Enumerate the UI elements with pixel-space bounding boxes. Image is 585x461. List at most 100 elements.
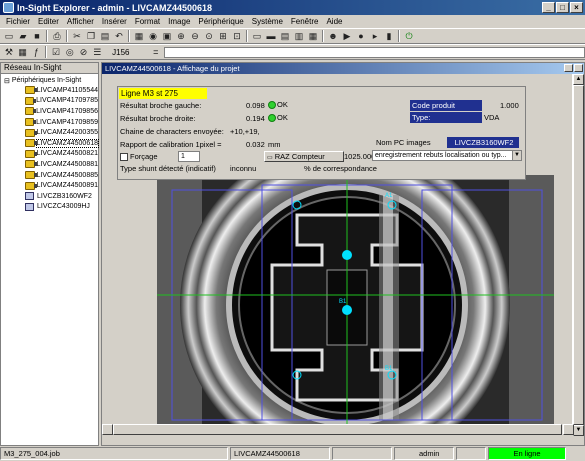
list-icon[interactable]: ☰: [91, 46, 103, 58]
camera-icon[interactable]: ◉: [147, 30, 159, 42]
child-close-button[interactable]: [574, 64, 583, 72]
child-restore-button[interactable]: [564, 64, 573, 72]
layout-2-icon[interactable]: ▬: [265, 30, 277, 42]
layout-3-icon[interactable]: ▤: [279, 30, 291, 42]
vertical-scroll-thumb[interactable]: [573, 85, 584, 425]
shunt-value: inconnu: [230, 164, 257, 173]
enregistrement-dropdown[interactable]: enregistrement rebuts localisation ou ty…: [372, 150, 522, 161]
vertical-scrollbar[interactable]: ▲ ▼: [572, 74, 584, 436]
menu-peripherique[interactable]: Périphérique: [194, 17, 247, 26]
minimize-button[interactable]: _: [542, 2, 555, 13]
scroll-right-icon[interactable]: [563, 424, 574, 435]
horizontal-scroll-thumb[interactable]: [113, 424, 562, 435]
copy-icon[interactable]: ❐: [85, 30, 97, 42]
collapse-icon[interactable]: ⊟: [4, 77, 10, 85]
device-label: LIVCZB3160WF2: [37, 192, 92, 200]
zoom-out-icon[interactable]: ⊖: [189, 30, 201, 42]
formula-input[interactable]: [164, 46, 585, 58]
print-icon[interactable]: ⎙: [51, 30, 63, 42]
calib-label: Rapport de calibration 1pixel =: [120, 140, 222, 149]
spreadsheet-canvas[interactable]: A1 B1 B1 Ligne M3 st 275 Résultat broche…: [102, 74, 574, 435]
open-icon[interactable]: ▰: [17, 30, 29, 42]
function-icon[interactable]: ƒ: [30, 46, 42, 58]
device-item[interactable]: LIVCAMP41709856: [1, 106, 98, 117]
save-icon[interactable]: ■: [31, 30, 43, 42]
checkbox-icon[interactable]: [120, 153, 128, 162]
cut-icon[interactable]: ✂: [71, 30, 83, 42]
menu-editer[interactable]: Editer: [34, 17, 63, 26]
menu-afficher[interactable]: Afficher: [63, 17, 98, 26]
paste-icon[interactable]: ▤: [99, 30, 111, 42]
device-item[interactable]: LIVCAMP41709859: [1, 117, 98, 128]
menu-aide[interactable]: Aide: [322, 17, 346, 26]
live-icon[interactable]: ▣: [161, 30, 173, 42]
chevron-down-icon[interactable]: ▼: [512, 151, 521, 160]
table-icon[interactable]: ▦: [17, 46, 29, 58]
menu-format[interactable]: Format: [131, 17, 164, 26]
toolbar-separator: [46, 30, 48, 42]
forcage-checkbox[interactable]: Forçage: [120, 152, 158, 162]
device-item[interactable]: LIVCAMZ44500618: [1, 138, 100, 149]
status-job: M3_275_004.job: [0, 447, 228, 460]
counter-icon: ▭: [267, 155, 273, 161]
camera-image[interactable]: A1 B1 B1: [157, 175, 554, 435]
equals-sign: =: [153, 47, 159, 57]
project-view-title: LIVCAMZ44500618 - Affichage du projet: [105, 64, 240, 73]
record-icon[interactable]: ●: [355, 30, 367, 42]
calib-unit: mm: [268, 140, 281, 149]
menu-fichier[interactable]: Fichier: [2, 17, 34, 26]
user-icon[interactable]: ☻: [327, 30, 339, 42]
scroll-left-icon[interactable]: [102, 424, 113, 435]
horizontal-scrollbar[interactable]: [102, 424, 574, 435]
no-entry-icon[interactable]: ⊘: [78, 46, 90, 58]
device-item[interactable]: LIVCAMP41105544: [1, 85, 98, 96]
status-spacer: [456, 447, 486, 460]
toolbar-separator: [398, 30, 400, 42]
code-produit-label: Code produit automate: [410, 100, 482, 121]
fit-window-icon[interactable]: ⊡: [231, 30, 243, 42]
res-gauche-label: Résultat broche gauche:: [120, 101, 202, 110]
layout-4-icon[interactable]: ▥: [293, 30, 305, 42]
export-icon[interactable]: ▮: [383, 30, 395, 42]
camera-icon: [25, 181, 36, 190]
chaine-label: Chaine de characters envoyée:: [120, 127, 224, 136]
scroll-up-icon[interactable]: ▲: [573, 74, 584, 85]
undo-icon[interactable]: ↶: [113, 30, 125, 42]
trigger-icon[interactable]: ▶: [341, 30, 353, 42]
filmstrip-icon[interactable]: ▦: [307, 30, 319, 42]
chaine-value: +10,+19,: [230, 127, 260, 136]
close-button[interactable]: ×: [570, 2, 583, 13]
checkbox-icon[interactable]: ☑: [50, 46, 62, 58]
online-toggle-icon[interactable]: ⏻: [403, 30, 415, 42]
device-item[interactable]: LIVCAMZ44200355: [1, 127, 98, 138]
menu-inserer[interactable]: Insérer: [98, 17, 131, 26]
layout-1-icon[interactable]: ▭: [251, 30, 263, 42]
target-icon[interactable]: ◎: [64, 46, 76, 58]
menu-fenetre[interactable]: Fenêtre: [287, 17, 323, 26]
forcage-input[interactable]: 1: [178, 151, 200, 162]
device-item[interactable]: LIVCZC43009HJ: [1, 202, 98, 213]
scroll-down-icon[interactable]: ▼: [573, 425, 584, 436]
tools-icon[interactable]: ⚒: [3, 46, 15, 58]
zoom-in-icon[interactable]: ⊕: [175, 30, 187, 42]
device-item[interactable]: LIVCAMZ44500881: [1, 159, 98, 170]
device-item[interactable]: LIVCAMZ44500891: [1, 180, 98, 191]
new-icon[interactable]: ▭: [3, 30, 15, 42]
device-item[interactable]: LIVCZB3160WF2: [1, 191, 98, 202]
zoom-full-icon[interactable]: ⊞: [217, 30, 229, 42]
tree-root[interactable]: ⊟ Périphériques In-Sight: [1, 74, 98, 85]
menu-image[interactable]: Image: [164, 17, 194, 26]
zoom-fit-icon[interactable]: ⊙: [203, 30, 215, 42]
main-toolbar: ▭ ▰ ■ ⎙ ✂ ❐ ▤ ↶ ▦ ◉ ▣ ⊕ ⊖ ⊙ ⊞ ⊡ ▭ ▬ ▤ ▥ …: [0, 28, 585, 44]
menu-systeme[interactable]: Système: [248, 17, 287, 26]
device-item[interactable]: LIVCAMZ44500821: [1, 149, 98, 160]
toolbar-separator: [246, 30, 248, 42]
maximize-button[interactable]: □: [556, 2, 569, 13]
playback-icon[interactable]: ▸: [369, 30, 381, 42]
device-label: LIVCAMZ44500618: [35, 138, 100, 148]
project-view-window: LIVCAMZ44500618 - Affichage du projet A1…: [101, 62, 585, 446]
device-item[interactable]: LIVCAMZ44500885: [1, 170, 98, 181]
device-item[interactable]: LIVCAMP41709785: [1, 96, 98, 107]
raz-compteur-button[interactable]: ▭ RAZ Compteur: [264, 151, 344, 162]
grid-icon[interactable]: ▦: [133, 30, 145, 42]
